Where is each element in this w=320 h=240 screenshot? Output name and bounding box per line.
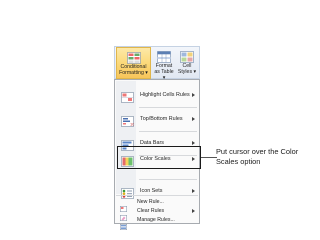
clear-rules-icon <box>120 208 127 221</box>
menu-item-highlight-cells-rules[interactable]: Highlight Cells Rules <box>116 84 198 106</box>
callout-connector-line <box>201 157 217 158</box>
styles-ribbon-group: Conditional Formatting ▾ Format as Table… <box>114 46 200 81</box>
menu-item-clear-rules[interactable]: Clear Rules <box>116 206 198 221</box>
submenu-arrow-icon <box>192 208 195 213</box>
new-rule-icon <box>120 199 127 212</box>
svg-text:10: 10 <box>130 121 134 126</box>
conditional-formatting-button[interactable]: Conditional Formatting ▾ <box>116 47 151 79</box>
menu-item-label: Manage Rules... <box>137 216 175 223</box>
highlight-cells-icon <box>121 90 134 103</box>
submenu-arrow-icon <box>192 93 195 97</box>
menu-separator <box>116 195 198 196</box>
submenu-arrow-icon <box>192 189 195 193</box>
format-as-table-button[interactable]: Format as Table ▾ <box>153 47 175 81</box>
menu-item-new-rule[interactable]: New Rule... <box>116 197 198 212</box>
format-as-table-icon <box>157 50 171 63</box>
menu-item-label: Highlight Cells Rules <box>140 92 190 98</box>
menu-item-manage-rules[interactable]: Manage Rules... <box>116 215 198 230</box>
menu-item-label: Icon Sets <box>140 188 163 194</box>
color-scales-highlight-frame <box>117 146 201 169</box>
instruction-callout: Put cursor over the Color Scales option <box>216 147 299 166</box>
menu-item-top-bottom-rules[interactable]: 10 Top/Bottom Rules <box>116 108 198 130</box>
menu-item-label: New Rule... <box>137 198 164 205</box>
conditional-formatting-icon <box>126 51 141 64</box>
cell-styles-button[interactable]: Cell Styles ▾ <box>176 47 198 79</box>
menu-item-label: Top/Bottom Rules <box>140 116 183 122</box>
cell-styles-icon <box>180 50 194 63</box>
submenu-arrow-icon <box>192 117 195 121</box>
submenu-arrow-icon <box>192 141 195 145</box>
manage-rules-icon <box>120 217 127 230</box>
top-bottom-icon: 10 <box>121 114 135 127</box>
menu-item-label: Clear Rules <box>137 207 165 214</box>
cell-styles-label: Cell Styles ▾ <box>177 63 197 75</box>
conditional-formatting-label: Conditional Formatting ▾ <box>119 64 148 76</box>
